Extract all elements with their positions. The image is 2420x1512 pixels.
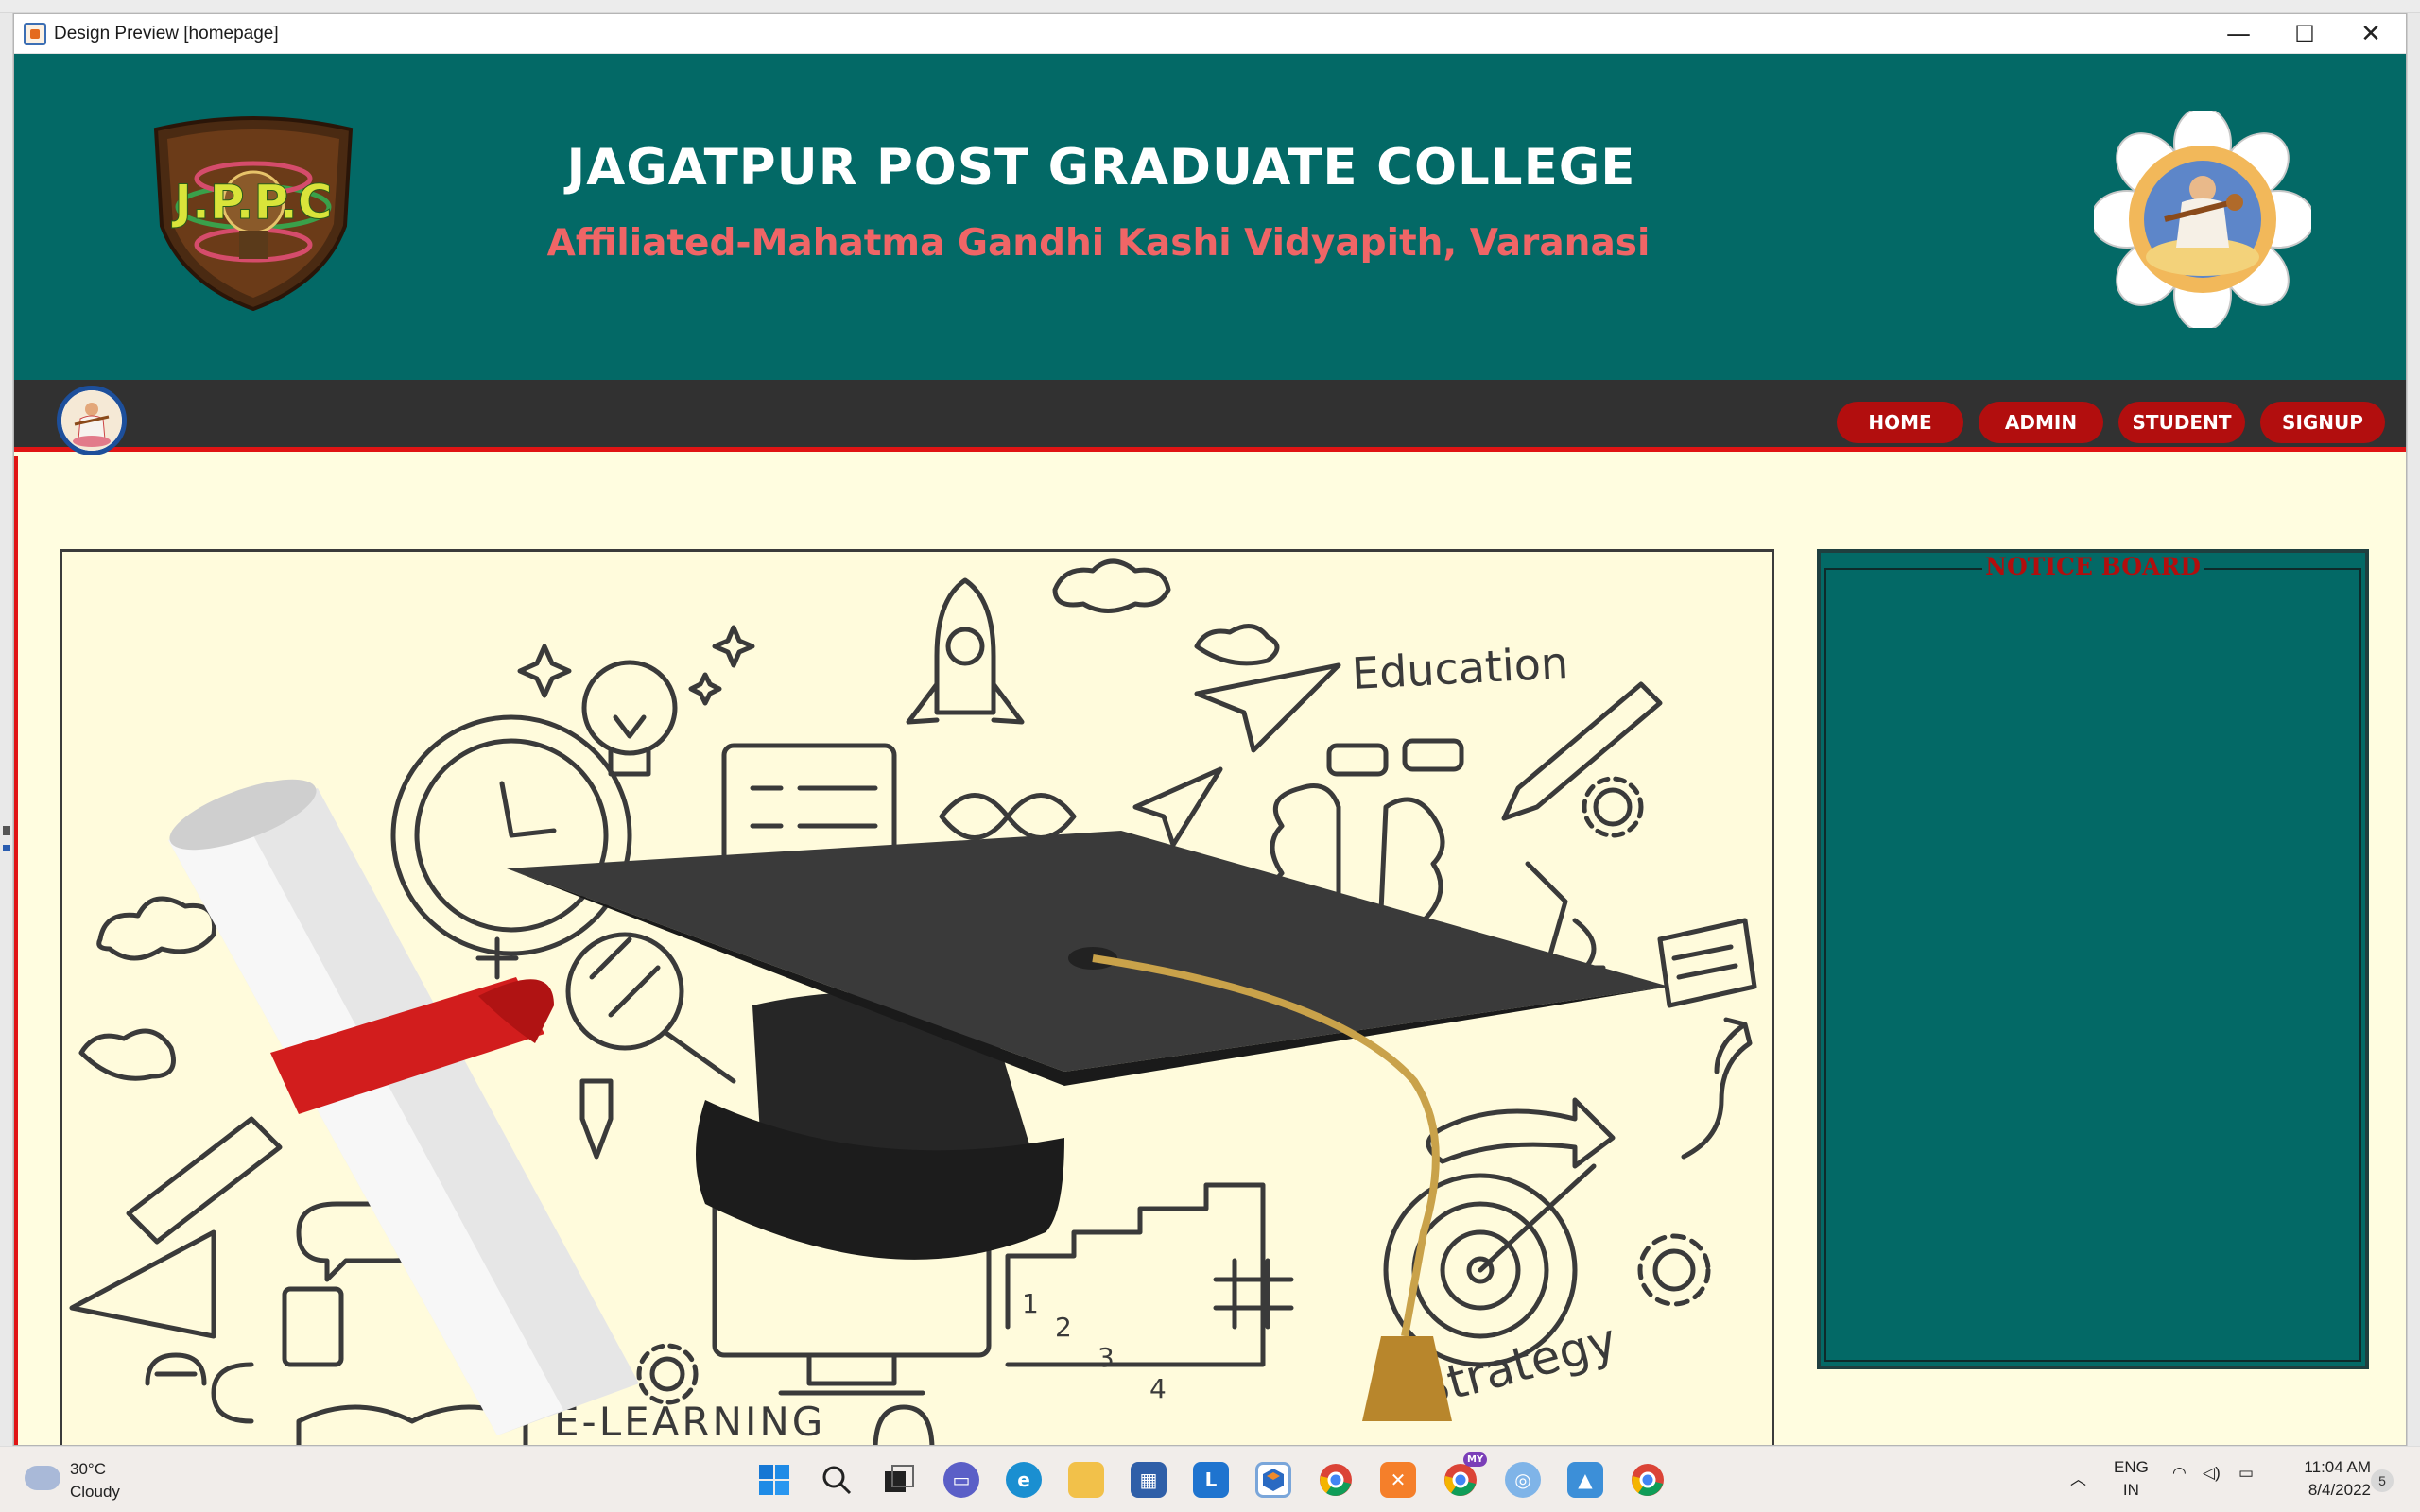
maximize-button[interactable]: ☐: [2272, 14, 2338, 54]
stair-number: 4: [1150, 1373, 1167, 1404]
admin-button[interactable]: ADMIN: [1979, 402, 2103, 443]
maps-icon[interactable]: ◎: [1505, 1462, 1541, 1498]
java-app-icon: [24, 23, 46, 45]
title-bar: Design Preview [homepage] — ☐ ✕: [14, 14, 2406, 54]
nav-bar: HOME ADMIN STUDENT SIGNUP: [14, 380, 2406, 455]
weather-desc: Cloudy: [70, 1483, 120, 1501]
saraswati-avatar-icon: [57, 386, 127, 455]
store-icon[interactable]: ▦: [1131, 1462, 1167, 1498]
notice-board-title: NOTICE BOARD: [1821, 553, 2365, 580]
chevron-up-icon[interactable]: ︿: [2070, 1466, 2086, 1489]
xampp-icon[interactable]: ✕: [1380, 1462, 1416, 1498]
volume-icon[interactable]: ◁): [2203, 1464, 2221, 1483]
ide-marker: [3, 845, 10, 850]
netbeans-icon[interactable]: [1255, 1462, 1291, 1498]
student-button[interactable]: STUDENT: [2118, 402, 2245, 443]
close-button[interactable]: ✕: [2338, 14, 2404, 54]
window-title: Design Preview [homepage]: [54, 24, 279, 43]
signup-button[interactable]: SIGNUP: [2260, 402, 2385, 443]
chrome-profile-icon[interactable]: MY: [1443, 1452, 1488, 1498]
ide-left-edge: [0, 13, 13, 1446]
college-title: JAGATPUR POST GRADUATE COLLEGE: [566, 139, 1636, 197]
saraswati-lotus-icon: [2094, 111, 2311, 328]
design-preview-window: Design Preview [homepage] — ☐ ✕ J.P.P.C …: [13, 13, 2407, 1446]
search-icon[interactable]: [819, 1462, 855, 1498]
wifi-icon[interactable]: ◠: [2172, 1464, 2187, 1483]
home-button[interactable]: HOME: [1837, 402, 1963, 443]
notification-badge[interactable]: 5: [2371, 1469, 2394, 1492]
l-app-icon[interactable]: L: [1193, 1462, 1229, 1498]
file-explorer-icon[interactable]: [1068, 1462, 1104, 1498]
education-doodle-text: Education: [1351, 637, 1570, 699]
stair-number: 2: [1055, 1312, 1072, 1343]
edge-icon[interactable]: e: [1006, 1462, 1042, 1498]
clock-date: 8/4/2022: [2308, 1481, 2371, 1499]
system-clock[interactable]: 11:04 AM 8/4/2022: [2286, 1456, 2371, 1502]
notice-board-frame: [1824, 568, 2361, 1362]
region-code: IN: [2122, 1481, 2139, 1499]
clock-time: 11:04 AM: [2304, 1458, 2371, 1476]
elearning-doodle-text: E-LEARNING: [554, 1399, 825, 1445]
start-icon[interactable]: [756, 1462, 792, 1498]
task-view-icon[interactable]: [881, 1462, 917, 1498]
ide-marker: [3, 826, 10, 835]
stair-number: 3: [1098, 1342, 1115, 1373]
ide-right-edge: [2407, 13, 2420, 1446]
notice-board: NOTICE BOARD: [1817, 549, 2369, 1369]
weather-temp: 30°C: [70, 1460, 106, 1478]
chrome-c-icon[interactable]: [1630, 1462, 1666, 1498]
profile-badge: MY: [1463, 1452, 1488, 1467]
minimize-button[interactable]: —: [2205, 14, 2272, 54]
hero-image: Education Strategy E-LEARNING 1 2 3 4: [60, 549, 1774, 1445]
stair-number: 1: [1022, 1288, 1039, 1319]
chrome-icon[interactable]: [1318, 1462, 1354, 1498]
language-indicator[interactable]: ENG IN: [2114, 1456, 2149, 1502]
cloud-icon: [25, 1466, 60, 1490]
main-content: Education Strategy E-LEARNING 1 2 3 4 NO…: [14, 456, 2406, 1445]
taskbar: 30°C Cloudy ▭ e ▦ L ✕ MY ◎ ▲ ︿ ENG IN ◠ …: [0, 1446, 2420, 1512]
battery-icon[interactable]: ▭: [2238, 1464, 2254, 1483]
affiliation-subtitle: Affiliated-Mahatma Gandhi Kashi Vidyapit…: [546, 222, 1651, 265]
site-header: J.P.P.C JAGATPUR POST GRADUATE COLLEGE A…: [14, 54, 2406, 380]
language-code: ENG: [2114, 1458, 2149, 1476]
ide-top-strip: [0, 0, 2420, 13]
teams-chat-icon[interactable]: ▭: [943, 1462, 979, 1498]
photos-icon[interactable]: ▲: [1567, 1462, 1603, 1498]
graduation-cap-doodle-illustration: Education Strategy E-LEARNING 1 2 3 4: [69, 558, 1757, 1445]
weather-widget[interactable]: 30°C Cloudy: [25, 1458, 120, 1503]
